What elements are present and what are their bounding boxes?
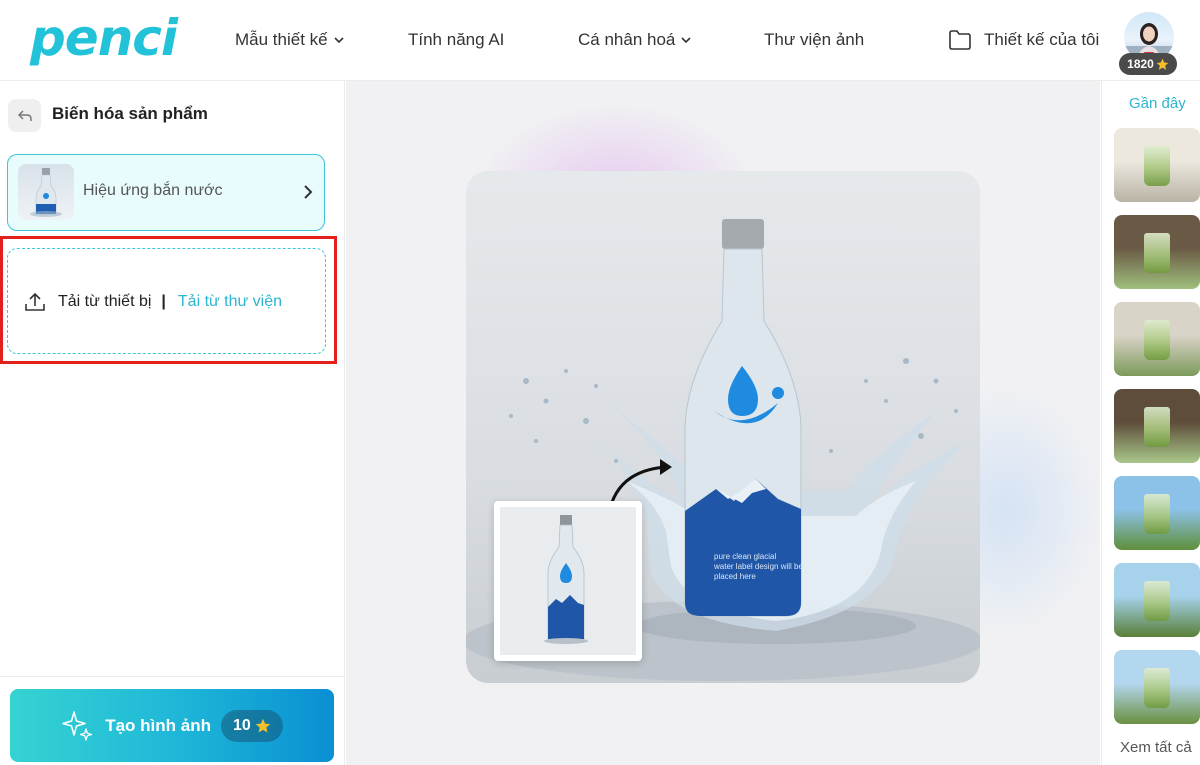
- effect-selector[interactable]: Hiệu ứng bắn nước: [7, 154, 325, 231]
- recent-label[interactable]: Gần đây: [1129, 95, 1186, 112]
- thumbnail-subject: [1144, 494, 1170, 534]
- left-panel: Biến hóa sản phẩm Hiệu ứng bắn nước Tải …: [0, 81, 345, 765]
- recent-thumbnail[interactable]: [1114, 563, 1200, 637]
- label-line-3: placed here: [714, 572, 756, 581]
- recent-thumbnail[interactable]: [1114, 389, 1200, 463]
- example-preview-image: pure clean glacial water label design wi…: [466, 171, 980, 683]
- recent-thumbnail[interactable]: [1114, 302, 1200, 376]
- effect-label: Hiệu ứng bắn nước: [83, 182, 223, 199]
- effect-thumbnail: [18, 164, 74, 220]
- upload-from-library-link[interactable]: Tải từ thư viện: [178, 293, 282, 311]
- panel-title: Biến hóa sản phẩm: [52, 104, 208, 123]
- upload-from-device-label: Tải từ thiết bị: [58, 293, 152, 310]
- top-header: penci Mẫu thiết kế Tính năng AI Cá nhân …: [0, 0, 1200, 81]
- thumbnail-subject: [1144, 407, 1170, 447]
- user-menu[interactable]: 1820: [1118, 12, 1178, 76]
- nav-templates[interactable]: Mẫu thiết kế: [235, 28, 344, 52]
- generation-cost: 10: [220, 709, 283, 742]
- recent-sidebar: Gần đây Xem tất cả: [1101, 81, 1200, 765]
- back-button[interactable]: [8, 99, 41, 132]
- see-all-link[interactable]: Xem tất cả: [1120, 739, 1192, 756]
- credit-balance: 1820: [1119, 53, 1177, 75]
- upload-options: Tải từ thiết bị | Tải từ thư viện: [24, 290, 282, 314]
- generation-cost-value: 10: [232, 716, 251, 734]
- recent-thumbnail[interactable]: [1114, 650, 1200, 724]
- nav-personalize-label: Cá nhân hoá: [578, 30, 676, 49]
- label-line-1: pure clean glacial: [714, 552, 776, 561]
- upload-from-device-button[interactable]: Tải từ thiết bị: [24, 291, 151, 313]
- label-line-2: water label design will be: [713, 562, 803, 571]
- folder-icon: [949, 30, 971, 50]
- upload-separator: |: [161, 293, 166, 310]
- penci-logo[interactable]: penci: [30, 8, 178, 70]
- thumbnail-subject: [1144, 233, 1170, 273]
- sparkle-icon: [62, 710, 93, 741]
- star-icon: [1156, 58, 1169, 70]
- upload-icon: [25, 292, 45, 311]
- nav-ai-features[interactable]: Tính năng AI: [408, 28, 504, 52]
- recent-thumbnail[interactable]: [1114, 476, 1200, 550]
- chevron-right-icon: [304, 185, 313, 199]
- back-arrow-icon: [17, 109, 32, 121]
- generate-image-button[interactable]: Tạo hình ảnh 10: [10, 689, 334, 762]
- nav-ai-features-label: Tính năng AI: [408, 30, 505, 49]
- preview-canvas: pure clean glacial water label design wi…: [346, 81, 1100, 765]
- divider: [0, 676, 345, 677]
- chevron-down-icon: [334, 37, 344, 44]
- nav-personalize[interactable]: Cá nhân hoá: [578, 28, 691, 52]
- original-product-inset: [494, 501, 642, 661]
- nav-templates-label: Mẫu thiết kế: [235, 30, 328, 49]
- nav-image-library[interactable]: Thư viện ảnh: [764, 28, 864, 52]
- chevron-down-icon: [681, 37, 691, 44]
- recent-thumbnail[interactable]: [1114, 128, 1200, 202]
- nav-image-library-label: Thư viện ảnh: [764, 30, 865, 49]
- my-designs-label: Thiết kế của tôi: [984, 30, 1100, 49]
- thumbnail-subject: [1144, 320, 1170, 360]
- thumbnail-subject: [1144, 581, 1170, 621]
- recent-thumbnail[interactable]: [1114, 215, 1200, 289]
- credit-balance-value: 1820: [1127, 57, 1154, 71]
- thumbnail-subject: [1144, 146, 1170, 186]
- generate-image-label: Tạo hình ảnh: [105, 715, 211, 735]
- my-designs-link[interactable]: Thiết kế của tôi: [948, 27, 1099, 53]
- star-icon: [255, 718, 270, 733]
- thumbnail-subject: [1144, 668, 1170, 708]
